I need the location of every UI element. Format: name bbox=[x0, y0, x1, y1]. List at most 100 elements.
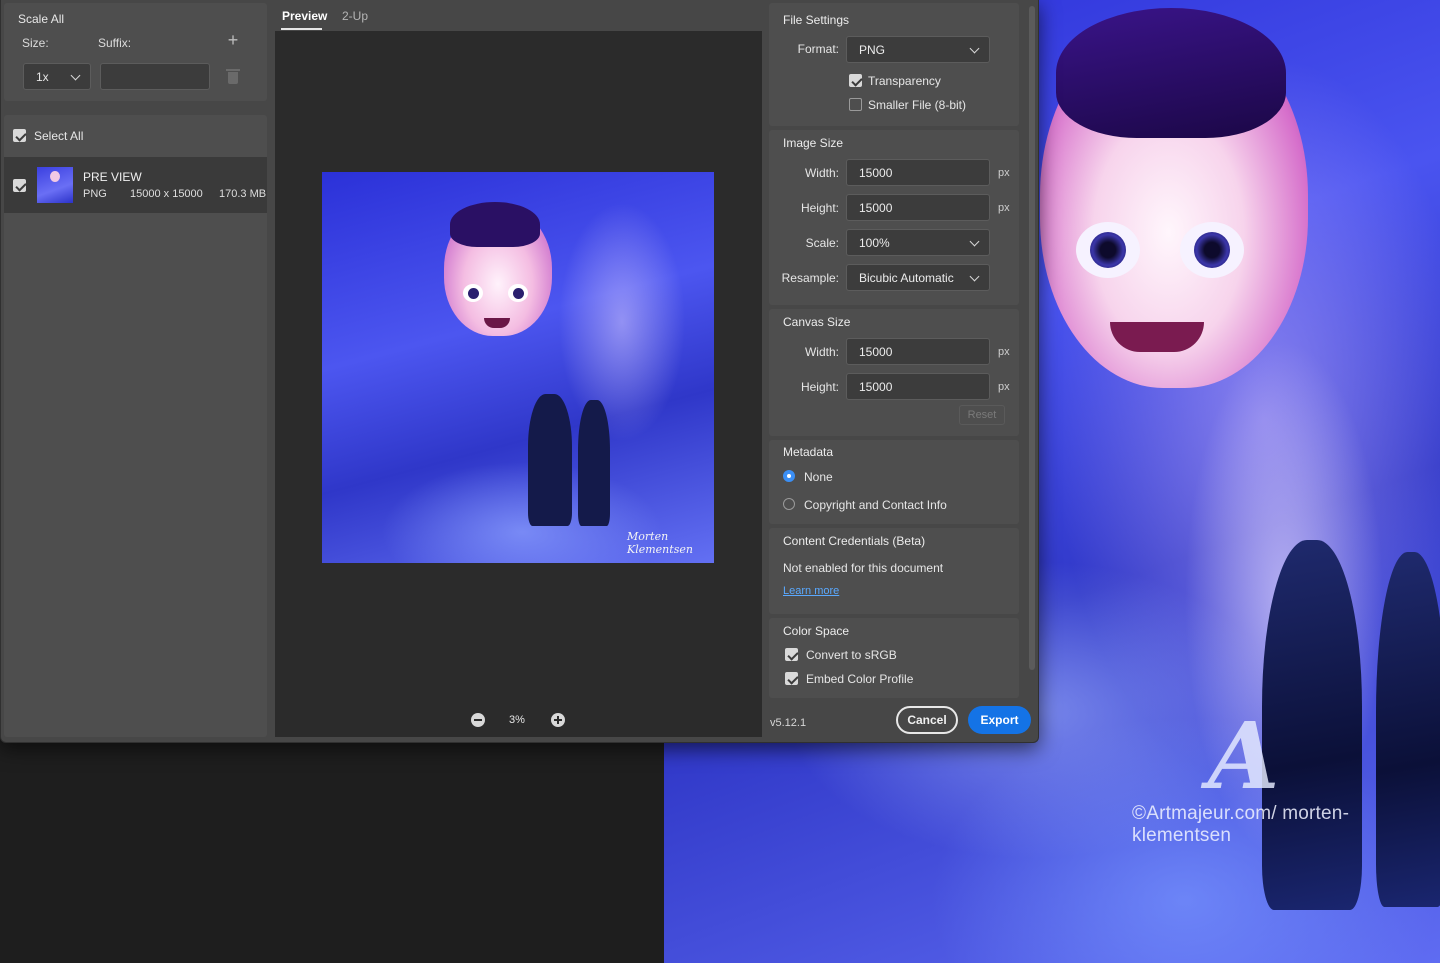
content-credentials-section: Content Credentials (Beta) Not enabled f… bbox=[769, 528, 1019, 614]
zoom-level: 3% bbox=[509, 714, 525, 726]
metadata-copyright-label: Copyright and Contact Info bbox=[804, 498, 947, 512]
asset-dimensions: 15000 x 15000 bbox=[130, 188, 203, 200]
file-settings-title: File Settings bbox=[783, 13, 850, 27]
image-height-value: 15000 bbox=[859, 201, 893, 215]
format-value: PNG bbox=[859, 43, 886, 57]
select-all-label: Select All bbox=[34, 129, 84, 143]
chevron-down-icon bbox=[969, 271, 980, 282]
image-width-value: 15000 bbox=[859, 166, 893, 180]
active-tab-indicator bbox=[281, 28, 322, 30]
suffix-label: Suffix: bbox=[98, 36, 132, 50]
canvas-height-unit: px bbox=[998, 381, 1010, 393]
content-credentials-status: Not enabled for this document bbox=[783, 561, 944, 575]
tab-preview[interactable]: Preview bbox=[282, 9, 327, 23]
settings-panel: File Settings Format: PNG Transparency S… bbox=[766, 0, 1038, 742]
image-height-unit: px bbox=[998, 202, 1010, 214]
image-width-input[interactable]: 15000 bbox=[846, 159, 990, 186]
tab-2-up[interactable]: 2-Up bbox=[342, 9, 368, 23]
canvas-height-label: Height: bbox=[800, 380, 839, 394]
smaller-file-label: Smaller File (8-bit) bbox=[868, 98, 967, 112]
suffix-input[interactable] bbox=[100, 63, 210, 90]
reset-button[interactable]: Reset bbox=[959, 405, 1005, 425]
scale-value: 100% bbox=[859, 236, 890, 250]
smaller-file-checkbox[interactable] bbox=[849, 98, 862, 111]
convert-srgb-checkbox[interactable] bbox=[785, 648, 798, 661]
preview-woman-figure bbox=[578, 400, 610, 526]
left-panel: Scale All Size: Suffix: + 1x Select All … bbox=[1, 0, 271, 742]
asset-checkbox[interactable] bbox=[13, 179, 26, 192]
canvas-height-input[interactable]: 15000 bbox=[846, 373, 990, 400]
asset-row[interactable]: PRE VIEW PNG 15000 x 15000 170.3 MB bbox=[4, 157, 267, 213]
baby-eye-left-art bbox=[1076, 222, 1140, 278]
canvas-width-input[interactable]: 15000 bbox=[846, 338, 990, 365]
asset-format: PNG bbox=[83, 188, 107, 200]
canvas-size-title: Canvas Size bbox=[783, 315, 851, 329]
preview-eye-right bbox=[508, 284, 528, 302]
version-label: v5.12.1 bbox=[770, 717, 807, 729]
cancel-button[interactable]: Cancel bbox=[896, 706, 958, 734]
canvas-height-value: 15000 bbox=[859, 380, 893, 394]
preview-panel: Preview 2-Up Morten Klementsen 3% bbox=[271, 0, 766, 742]
artmajeur-logo: A bbox=[1208, 702, 1280, 810]
artist-signature: Morten Klementsen bbox=[627, 530, 693, 556]
image-width-label: Width: bbox=[804, 166, 839, 180]
add-scale-plus-icon[interactable]: + bbox=[224, 31, 242, 49]
zoom-out-icon[interactable] bbox=[471, 713, 485, 727]
scale-select[interactable]: 100% bbox=[846, 229, 990, 256]
preview-eye-left bbox=[463, 284, 483, 302]
image-size-section: Image Size Width: 15000 px Height: 15000… bbox=[769, 130, 1019, 305]
preview-image: Morten Klementsen bbox=[322, 172, 714, 563]
select-all-row[interactable]: Select All bbox=[4, 115, 267, 157]
metadata-title: Metadata bbox=[783, 445, 834, 459]
preview-baby-hair bbox=[450, 202, 540, 247]
chevron-down-icon bbox=[969, 43, 980, 54]
watermark-text: ©Artmajeur.com/ morten-klementsen bbox=[1132, 803, 1350, 846]
canvas-width-unit: px bbox=[998, 346, 1010, 358]
format-label: Format: bbox=[797, 42, 839, 56]
image-height-input[interactable]: 15000 bbox=[846, 194, 990, 221]
file-settings-section: File Settings Format: PNG Transparency S… bbox=[769, 3, 1019, 126]
image-width-unit: px bbox=[998, 167, 1010, 179]
content-credentials-title: Content Credentials (Beta) bbox=[783, 534, 926, 548]
metadata-section: Metadata None Copyright and Contact Info bbox=[769, 440, 1019, 524]
scale-label: Scale: bbox=[805, 236, 839, 250]
trash-icon[interactable] bbox=[226, 69, 240, 85]
canvas-width-value: 15000 bbox=[859, 345, 893, 359]
metadata-none-label: None bbox=[804, 470, 833, 484]
chevron-down-icon bbox=[70, 70, 81, 81]
resample-value: Bicubic Automatic bbox=[859, 271, 954, 285]
asset-thumbnail bbox=[37, 167, 73, 203]
baby-hair-art bbox=[1056, 8, 1286, 138]
learn-more-link[interactable]: Learn more bbox=[783, 585, 839, 597]
resample-select[interactable]: Bicubic Automatic bbox=[846, 264, 990, 291]
select-all-checkbox[interactable] bbox=[13, 129, 26, 142]
resample-label: Resample: bbox=[781, 271, 839, 285]
export-as-dialog: Scale All Size: Suffix: + 1x Select All … bbox=[0, 0, 1039, 743]
image-height-label: Height: bbox=[800, 201, 839, 215]
settings-scrollbar[interactable] bbox=[1029, 6, 1035, 670]
chevron-down-icon bbox=[969, 236, 980, 247]
canvas-size-section: Canvas Size Width: 15000 px Height: 1500… bbox=[769, 309, 1019, 436]
asset-file-size: 170.3 MB bbox=[219, 188, 267, 200]
embed-profile-checkbox[interactable] bbox=[785, 672, 798, 685]
image-size-title: Image Size bbox=[783, 136, 844, 150]
preview-man-figure bbox=[528, 394, 572, 526]
export-button[interactable]: Export bbox=[968, 706, 1031, 734]
asset-name: PRE VIEW bbox=[83, 170, 142, 184]
asset-list: Select All PRE VIEW PNG 15000 x 15000 17… bbox=[4, 115, 267, 737]
transparency-checkbox[interactable] bbox=[849, 74, 862, 87]
zoom-in-icon[interactable] bbox=[551, 713, 565, 727]
convert-srgb-label: Convert to sRGB bbox=[806, 648, 897, 662]
embed-profile-label: Embed Color Profile bbox=[806, 672, 914, 686]
scale-all-panel: Scale All Size: Suffix: + 1x bbox=[4, 3, 267, 101]
format-select[interactable]: PNG bbox=[846, 36, 990, 63]
metadata-copyright-radio[interactable] bbox=[783, 498, 795, 510]
color-space-title: Color Space bbox=[783, 624, 850, 638]
canvas-width-label: Width: bbox=[804, 345, 839, 359]
baby-eye-right-art bbox=[1180, 222, 1244, 278]
metadata-none-radio[interactable] bbox=[783, 470, 795, 482]
size-select[interactable]: 1x bbox=[23, 63, 91, 90]
scale-all-title: Scale All bbox=[18, 12, 65, 26]
woman-figure-art bbox=[1376, 552, 1440, 907]
preview-canvas[interactable]: Morten Klementsen 3% bbox=[275, 31, 762, 737]
